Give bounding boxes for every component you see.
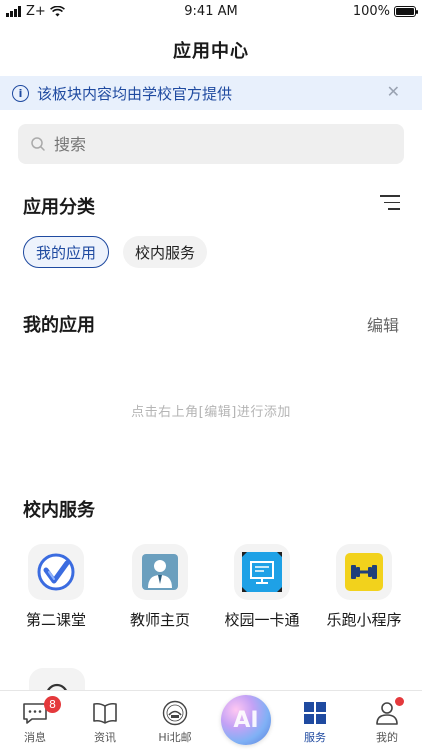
search-input[interactable] [54, 134, 354, 154]
ai-label: AI [233, 707, 259, 733]
tab-label: 消息 [24, 731, 46, 744]
book-icon [92, 700, 118, 726]
tab-hi-bupt[interactable]: Hi北邮 [140, 691, 210, 750]
close-icon[interactable]: ✕ [387, 84, 400, 100]
service-item-campus-card[interactable]: 校园一卡通 [212, 544, 312, 630]
tab-news[interactable]: 资讯 [70, 691, 140, 750]
tab-label: 资讯 [94, 731, 116, 744]
tab-profile[interactable]: 我的 [352, 691, 422, 750]
service-icon-box [28, 544, 84, 600]
status-bar: Z+ 9:41 AM 100% [0, 0, 422, 24]
campus-card-icon [242, 552, 282, 592]
tab-label: 我的 [376, 731, 398, 744]
page-title: 应用中心 [173, 41, 249, 62]
running-app-icon [345, 553, 383, 591]
school-logo-icon [162, 700, 188, 726]
empty-hint: 点击右上角[编辑]进行添加 [131, 405, 291, 420]
service-label: 第二课堂 [25, 611, 86, 629]
sort-icon[interactable] [380, 195, 400, 211]
unread-badge: 8 [44, 696, 61, 713]
edit-button[interactable]: 编辑 [367, 312, 399, 336]
notification-dot [395, 697, 404, 706]
chip-campus-services[interactable]: 校内服务 [123, 236, 208, 268]
category-title: 应用分类 [23, 197, 95, 218]
notice-banner: i 该板块内容均由学校官方提供 ✕ [0, 76, 422, 110]
service-icon-box [336, 544, 392, 600]
ai-assistant-button[interactable]: AI [221, 695, 271, 745]
service-icon-box [132, 544, 188, 600]
search-icon [31, 137, 45, 151]
notice-text: 该板块内容均由学校官方提供 [37, 84, 233, 103]
category-chips: 我的应用 校内服务 [23, 236, 208, 268]
service-item-teacher-homepage[interactable]: 教师主页 [110, 544, 210, 630]
chip-my-apps[interactable]: 我的应用 [23, 236, 110, 268]
service-icon-box [234, 544, 290, 600]
campus-services-title: 校内服务 [23, 500, 95, 521]
service-label: 乐跑小程序 [326, 611, 402, 629]
second-classroom-icon [37, 553, 75, 591]
battery-percent: 100% [352, 4, 390, 19]
my-apps-title: 我的应用 [23, 315, 95, 336]
tab-bar: 8 消息 资讯 Hi北邮 服务 我的 [0, 690, 422, 750]
tab-label: 服务 [304, 731, 326, 744]
info-icon: i [12, 84, 29, 102]
service-item-second-classroom[interactable]: 第二课堂 [6, 544, 106, 630]
status-right: 100% [352, 4, 418, 19]
battery-icon [394, 6, 418, 17]
profile-icon [374, 697, 404, 726]
service-label: 校园一卡通 [224, 611, 300, 629]
grid-icon [302, 700, 328, 726]
message-icon: 8 [22, 696, 61, 726]
tab-messages[interactable]: 8 消息 [0, 691, 70, 750]
search-bar[interactable] [18, 124, 404, 164]
service-label: 教师主页 [129, 611, 190, 629]
teacher-homepage-icon [142, 554, 178, 590]
service-item-running-app[interactable]: 乐跑小程序 [314, 544, 414, 630]
tab-label: Hi北邮 [158, 731, 192, 744]
tab-services[interactable]: 服务 [280, 691, 350, 750]
